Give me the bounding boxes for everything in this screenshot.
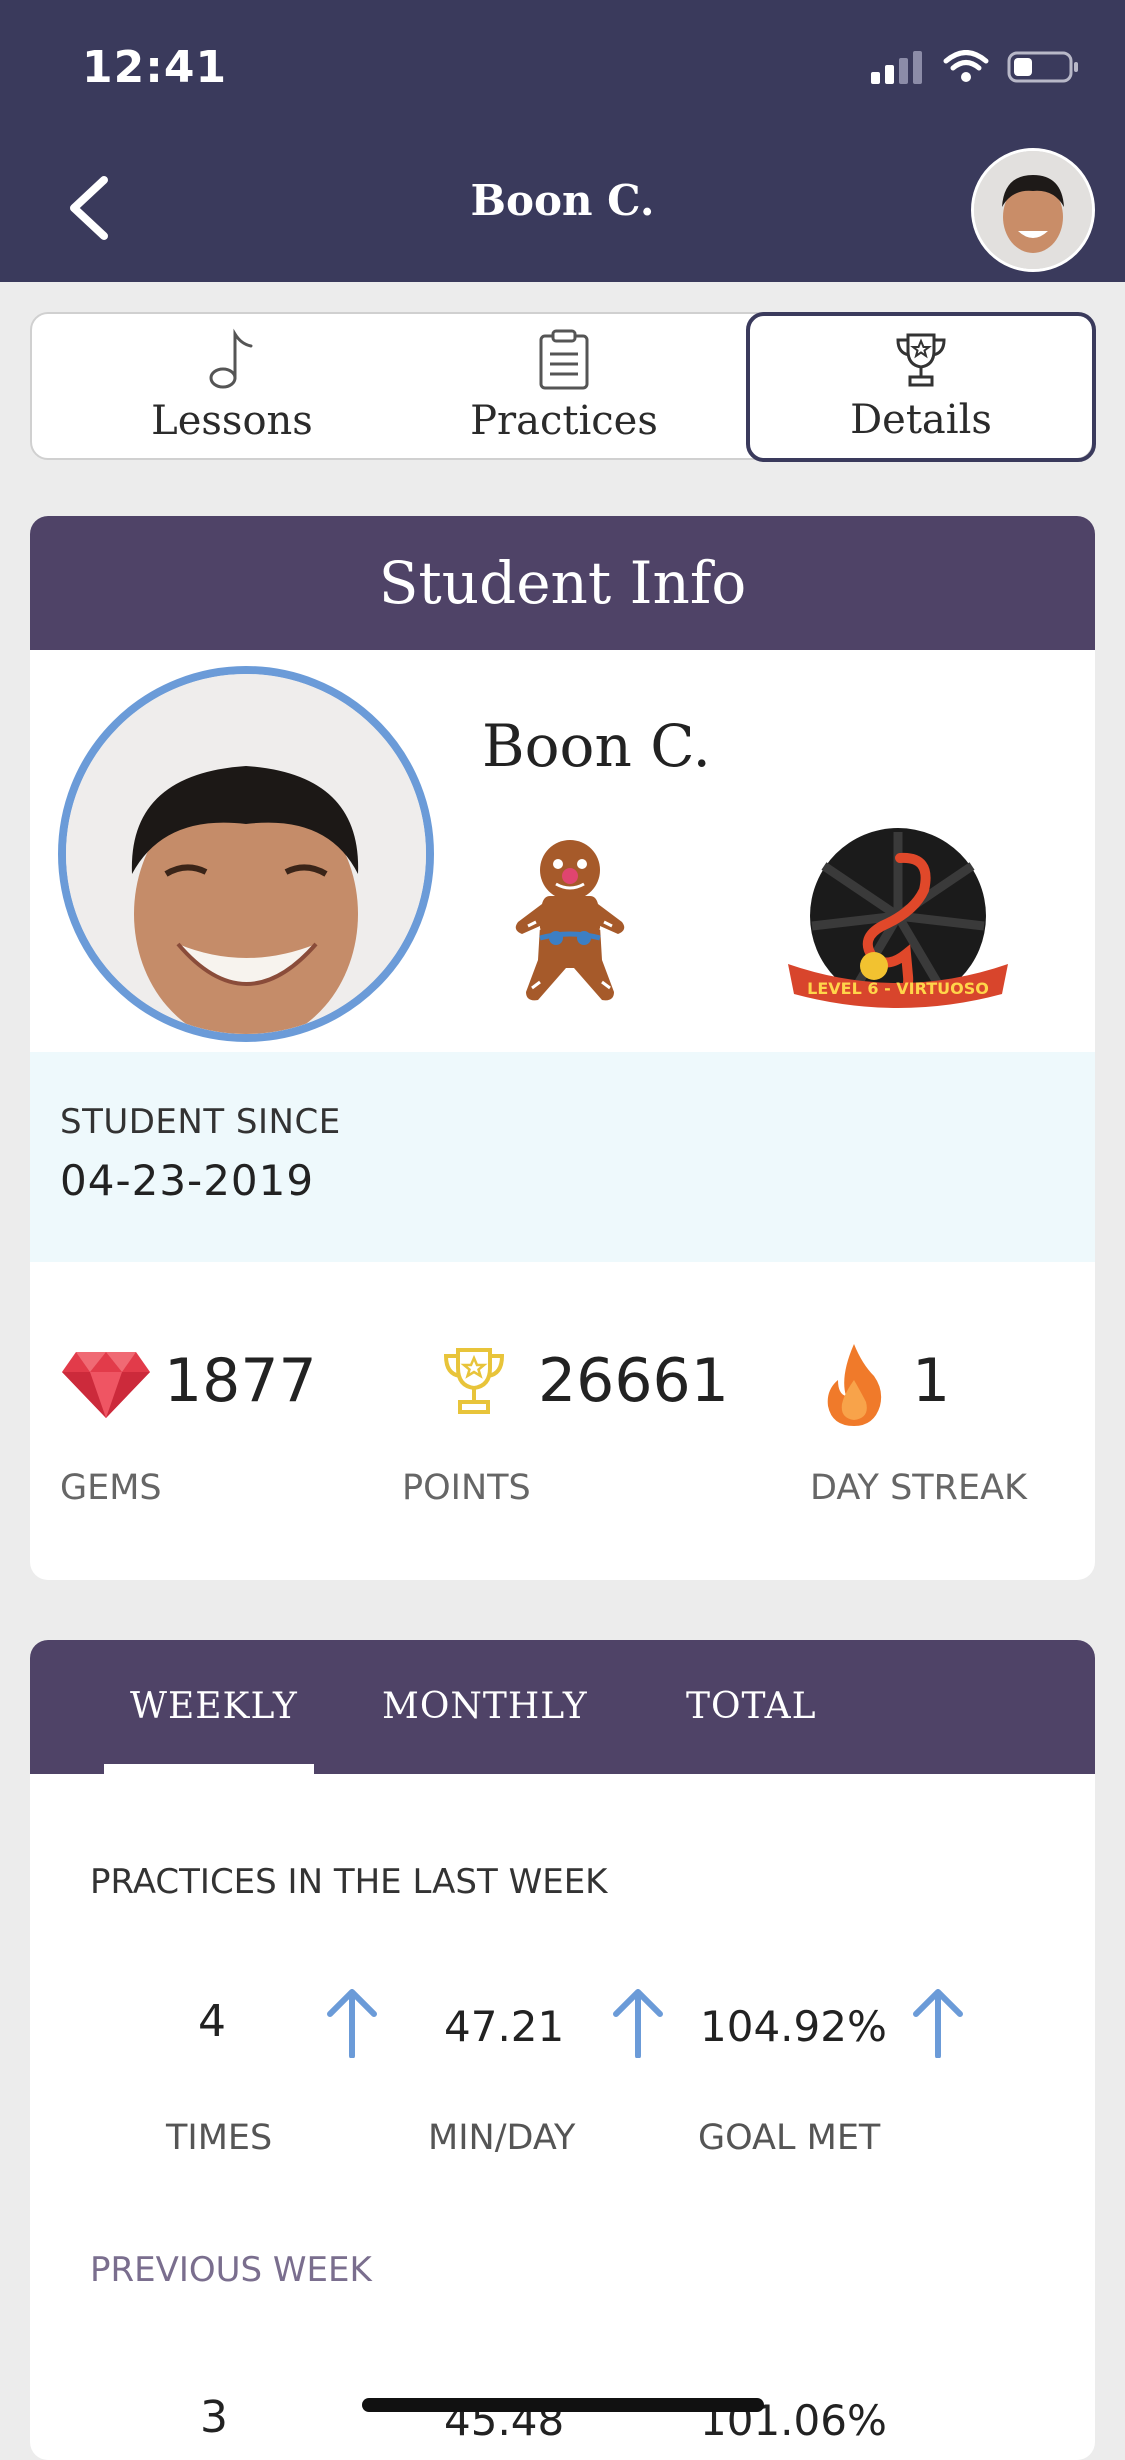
tab-total[interactable]: TOTAL <box>686 1686 816 1727</box>
tab-lessons-label: Lessons <box>151 398 313 444</box>
streak-value: 1 <box>912 1346 951 1416</box>
times-value: 4 <box>198 1996 226 2047</box>
tab-weekly[interactable]: WEEKLY <box>130 1686 298 1727</box>
gems-value: 1877 <box>164 1346 317 1416</box>
wifi-icon <box>943 50 989 82</box>
gingerbread-avatar-icon <box>515 840 625 1001</box>
gems-label: GEMS <box>60 1468 162 1508</box>
level-badge-text: LEVEL 6 - VIRTUOSO <box>807 979 989 998</box>
student-info-heading: Student Info <box>30 516 1095 650</box>
student-photo-small <box>974 151 1092 269</box>
app-header: 12:41 Boon C. <box>0 0 1125 282</box>
student-since-section: STUDENT SINCE 04-23-2019 <box>30 1052 1095 1262</box>
student-since-label: STUDENT SINCE <box>60 1102 341 1142</box>
student-since-value: 04-23-2019 <box>60 1156 315 1205</box>
student-name: Boon C. <box>482 712 711 780</box>
gem-icon <box>62 1352 150 1418</box>
arrow-up-icon <box>613 1989 663 2058</box>
student-photo-image <box>66 674 426 1034</box>
trophy-icon <box>896 333 946 387</box>
goal-met-label: GOAL MET <box>698 2118 881 2158</box>
status-time: 12:41 <box>82 42 228 93</box>
prev-times-value: 3 <box>200 2392 228 2443</box>
avatar[interactable] <box>971 148 1095 272</box>
tab-lessons[interactable]: Lessons <box>62 314 402 458</box>
practice-progress-card: WEEKLY MONTHLY TOTAL PRACTICES IN THE LA… <box>30 1640 1095 2460</box>
points-value: 26661 <box>538 1346 729 1416</box>
goal-met-value: 104.92% <box>700 2002 887 2051</box>
student-photo <box>58 666 434 1042</box>
streak-label: DAY STREAK <box>810 1468 1027 1508</box>
status-icons <box>869 50 1081 84</box>
last-week-title: PRACTICES IN THE LAST WEEK <box>90 1862 608 1902</box>
tab-details-label: Details <box>850 397 992 443</box>
flame-icon <box>827 1344 882 1426</box>
min-per-day-value: 47.21 <box>444 2002 565 2051</box>
student-info-card: Student Info Boon C. LEVEL 6 - VIRTUOSO … <box>30 516 1095 1580</box>
page-title: Boon C. <box>470 176 655 225</box>
trophy-icon <box>443 1348 505 1414</box>
tab-details[interactable]: Details <box>746 312 1096 462</box>
arrow-up-icon <box>913 1989 963 2058</box>
music-note-icon <box>209 328 253 389</box>
level-badge-icon: LEVEL 6 - VIRTUOSO <box>788 828 1008 1008</box>
tab-practices-label: Practices <box>470 398 658 444</box>
tab-practices[interactable]: Practices <box>394 314 734 458</box>
battery-icon <box>1007 51 1078 83</box>
period-tabs: WEEKLY MONTHLY TOTAL <box>30 1640 1095 1774</box>
active-tab-indicator <box>104 1764 314 1774</box>
signal-icon <box>871 51 922 84</box>
times-label: TIMES <box>166 2118 273 2158</box>
clipboard-icon <box>539 329 589 390</box>
arrow-up-icon <box>327 1989 377 2058</box>
section-tabs: Lessons Practices Details <box>30 312 1096 462</box>
points-label: POINTS <box>402 1468 531 1508</box>
tab-monthly[interactable]: MONTHLY <box>382 1686 588 1727</box>
home-indicator[interactable] <box>362 2398 764 2412</box>
min-per-day-label: MIN/DAY <box>428 2118 576 2158</box>
previous-week-title: PREVIOUS WEEK <box>90 2250 372 2290</box>
